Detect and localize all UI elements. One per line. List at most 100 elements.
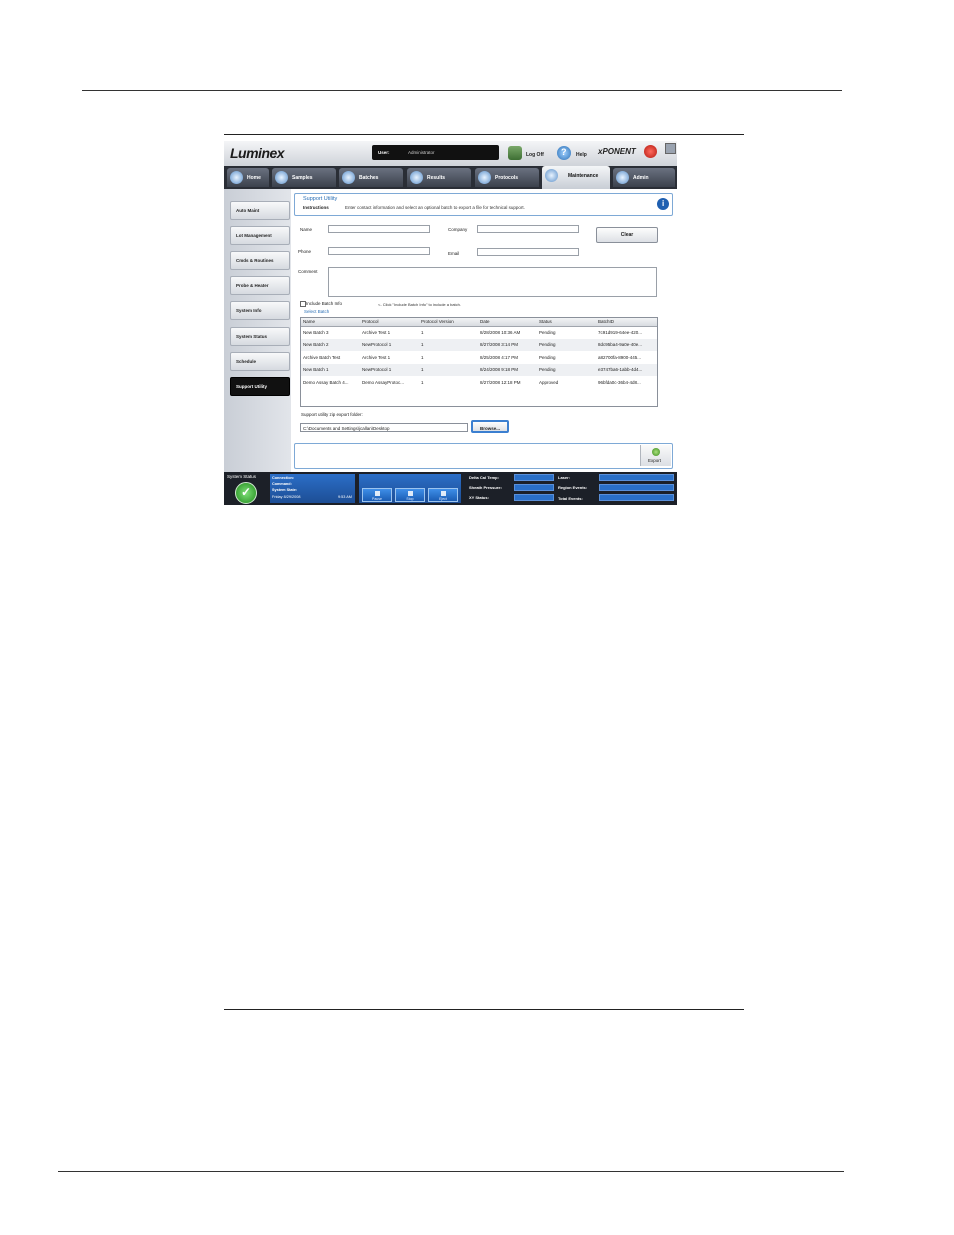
phone-input[interactable] [328, 247, 430, 255]
pause-button[interactable]: Pause [362, 488, 392, 502]
col-status[interactable]: Status [539, 319, 552, 324]
export-button[interactable]: Export [640, 445, 671, 466]
col-protocol-version[interactable]: Protocol Version [421, 319, 454, 324]
page-top-rule [82, 90, 842, 91]
sidebar-item-auto-maint[interactable]: Auto Maint [230, 201, 290, 220]
phone-label: Phone [298, 249, 312, 254]
admin-icon [616, 171, 629, 184]
system-status-label: System Status [227, 474, 257, 479]
table-header: Name Protocol Protocol Version Date Stat… [301, 318, 657, 327]
table-row[interactable]: New Batch 1 NewProtocol 1 1 8/24/2008 9:… [301, 364, 657, 376]
export-folder-label: Support utility zip export folder: [301, 412, 363, 417]
laser-indicator [599, 474, 674, 481]
instructions-label: Instructions [303, 205, 329, 210]
eject-button[interactable]: Eject [428, 488, 458, 502]
panel-header: Support Utility Instructions Enter conta… [294, 193, 673, 216]
home-icon [230, 171, 243, 184]
title-bar: Luminex User: Administrator Log Off Help… [224, 141, 677, 166]
protocols-icon [478, 171, 491, 184]
table-row[interactable]: New Batch 3 Archive Test 1 1 8/28/2008 1… [301, 327, 657, 339]
sheath-pressure-indicator [514, 484, 554, 491]
main-nav: Home Samples Batches Results Protocols M… [224, 166, 677, 189]
include-batch-hint: <- Click "Include Batch Info" to include… [378, 302, 461, 307]
user-box: User: Administrator [372, 145, 499, 160]
connection-panel: Connection: Command: System State: Frida… [270, 474, 355, 503]
window-menu-icon[interactable] [665, 143, 676, 154]
sidebar-item-cmds-routines[interactable]: Cmds & Routines [230, 251, 290, 270]
help-button[interactable]: Help [576, 152, 587, 158]
batch-table: Name Protocol Protocol Version Date Stat… [300, 317, 658, 407]
system-ok-icon[interactable] [235, 482, 257, 504]
delta-cal-temp-indicator [514, 474, 554, 481]
xy-status-indicator [514, 494, 554, 501]
tab-maintenance[interactable]: Maintenance [542, 166, 610, 189]
export-icon [652, 448, 660, 456]
samples-icon [275, 171, 288, 184]
col-date[interactable]: Date [480, 319, 490, 324]
email-input[interactable] [477, 248, 579, 256]
xponent-logo: xPONENT [598, 147, 636, 156]
col-protocol[interactable]: Protocol [362, 319, 379, 324]
results-icon [410, 171, 423, 184]
browse-button[interactable]: Browse... [471, 420, 509, 433]
tab-home[interactable]: Home [227, 168, 269, 187]
luminex-logo: Luminex [230, 145, 285, 161]
table-row[interactable]: Demo Assay Batch 4... Demo AssayProtoc..… [301, 377, 657, 389]
tab-protocols[interactable]: Protocols [475, 168, 539, 187]
name-input[interactable] [328, 225, 430, 233]
col-name[interactable]: Name [303, 319, 315, 324]
status-bar: System Status Connection: Command: Syste… [224, 472, 677, 505]
logoff-button[interactable]: Log Off [526, 152, 544, 158]
help-icon[interactable] [557, 146, 571, 160]
table-row[interactable]: Archive Batch Test Archive Test 1 1 8/25… [301, 352, 657, 364]
comment-label: Comment [298, 269, 318, 274]
status-time: 9:53 AM [338, 495, 352, 499]
sidebar-item-schedule[interactable]: Schedule [230, 352, 290, 371]
maintenance-icon [545, 169, 558, 182]
page-title: Support Utility [303, 196, 338, 202]
table-row[interactable]: New Batch 2 NewProtocol 1 1 8/27/2008 3:… [301, 339, 657, 351]
laser-label: Laser: [558, 475, 571, 480]
maintenance-sidebar: Auto Maint Lot Management Cmds & Routine… [224, 189, 291, 472]
connection-label: Connection: [272, 476, 295, 480]
sheath-pressure-label: Sheath Pressure: [469, 485, 502, 490]
sidebar-item-support-utility[interactable]: Support Utility [230, 377, 290, 396]
email-label: Email [448, 251, 460, 256]
tab-samples[interactable]: Samples [272, 168, 336, 187]
include-batch-label: Include Batch Info [306, 301, 343, 306]
sidebar-item-system-status[interactable]: System Status [230, 327, 290, 346]
command-panel: Pause Stop Eject [359, 474, 461, 503]
region-events-indicator [599, 484, 674, 491]
figure-top-rule [224, 134, 744, 135]
figure-bottom-rule [224, 1009, 744, 1010]
region-events-label: Region Events: [558, 485, 588, 490]
support-utility-panel: Support Utility Instructions Enter conta… [291, 189, 677, 472]
instructions-text: Enter contact information and select an … [345, 205, 525, 210]
export-bar: Export [294, 443, 673, 469]
total-events-indicator [599, 494, 674, 501]
name-label: Name [300, 227, 313, 232]
page-bottom-rule [58, 1171, 844, 1172]
sidebar-item-lot-management[interactable]: Lot Management [230, 226, 290, 245]
export-button-label: Export [648, 458, 662, 463]
comment-textarea[interactable] [328, 267, 657, 297]
col-batchid[interactable]: BatchID [598, 319, 614, 324]
company-input[interactable] [477, 225, 579, 233]
tab-admin[interactable]: Admin [613, 168, 675, 187]
command-label: Command: [272, 482, 292, 486]
tab-batches[interactable]: Batches [339, 168, 403, 187]
delta-cal-temp-label: Delta Cal Temp: [469, 475, 499, 480]
info-icon[interactable] [657, 198, 669, 210]
company-label: Company [448, 227, 468, 232]
logoff-icon[interactable] [508, 146, 522, 160]
select-batch-label: Select Batch [304, 309, 330, 314]
xponent-logo-icon [644, 145, 657, 158]
batches-icon [342, 171, 355, 184]
stop-button[interactable]: Stop [395, 488, 425, 502]
export-path-input[interactable]: C:\Documents and Settings\jcallan\Deskto… [300, 423, 468, 432]
tab-results[interactable]: Results [407, 168, 471, 187]
user-label: User: [378, 150, 390, 155]
sidebar-item-probe-heater[interactable]: Probe & Heater [230, 276, 290, 295]
sidebar-item-system-info[interactable]: System Info [230, 301, 290, 320]
clear-button[interactable]: Clear [596, 227, 658, 243]
